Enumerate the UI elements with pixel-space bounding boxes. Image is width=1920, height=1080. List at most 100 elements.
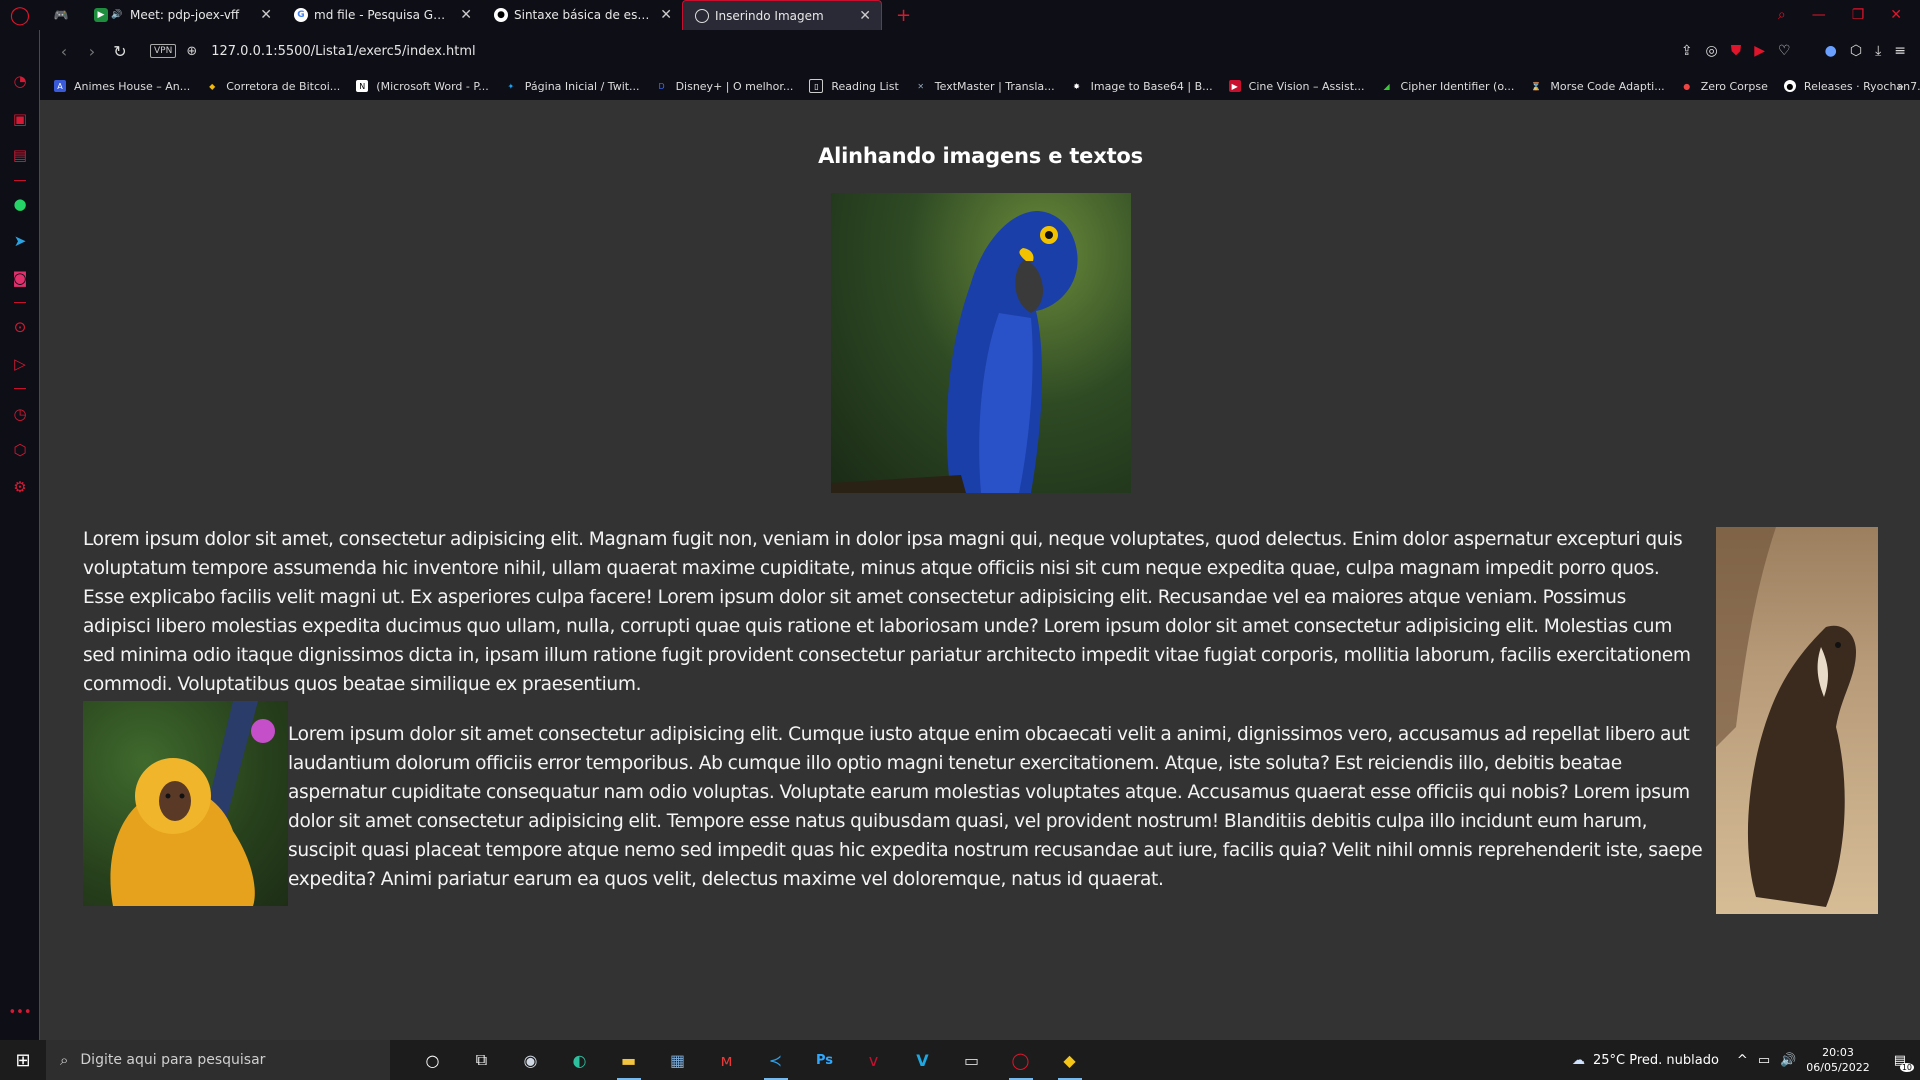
reload-icon[interactable]: ↻	[106, 42, 134, 61]
bookmark-item[interactable]: A Animes House – An...	[54, 80, 190, 93]
search-tabs-icon[interactable]: ⌕	[1778, 7, 1786, 23]
extensions-icon[interactable]: ⬡	[0, 441, 40, 459]
bookmark-item[interactable]: ▶ Cine Vision – Assist...	[1228, 80, 1365, 93]
player-icon[interactable]: ⊙	[0, 318, 40, 336]
site-info-icon[interactable]: ⊕	[186, 44, 197, 59]
forward-icon[interactable]: ›	[78, 42, 106, 61]
photoshop-icon[interactable]: Ps	[800, 1040, 849, 1080]
google-icon: G	[294, 8, 308, 22]
taskbar-search-input[interactable]: ⌕ Digite aqui para pesquisar	[46, 1040, 390, 1080]
minimize-icon[interactable]: —	[1812, 7, 1826, 23]
close-tab-icon[interactable]: ✕	[260, 7, 272, 23]
menu-icon[interactable]: ≡	[1894, 43, 1906, 59]
profile-avatar-icon[interactable]: ●	[1825, 43, 1837, 59]
git-kraken-icon[interactable]: ◆	[1045, 1040, 1094, 1080]
cloud-weather-icon: ☁	[1571, 1052, 1585, 1068]
new-tab-button[interactable]: +	[882, 0, 917, 30]
whatsapp-icon[interactable]: ●	[0, 195, 40, 213]
cube-icon[interactable]: ⬡	[1850, 43, 1862, 59]
windows-start-icon[interactable]: ⊞	[0, 1050, 46, 1071]
reading-list-icon: ▯	[809, 79, 824, 93]
close-tab-icon[interactable]: ✕	[460, 7, 472, 23]
adblock-shield-icon[interactable]: ⛊	[1731, 43, 1742, 59]
restore-icon[interactable]: ❐	[1852, 7, 1865, 23]
edge-icon[interactable]: ◐	[555, 1040, 604, 1080]
close-window-icon[interactable]: ✕	[1890, 7, 1902, 23]
vivaldi-v-icon[interactable]: V	[898, 1040, 947, 1080]
bookmark-item[interactable]: N (Microsoft Word - P...	[356, 80, 489, 93]
speaker-icon[interactable]: 🔊	[110, 8, 124, 22]
bookmark-item[interactable]: ✦ Página Inicial / Twit...	[505, 80, 639, 93]
tab-meet[interactable]: ▶ 🔊 Meet: pdp-joex-vff ✕	[82, 0, 282, 30]
task-view-icon[interactable]: ⧉	[457, 1040, 506, 1080]
bookmark-item[interactable]: ▯ Reading List	[809, 79, 899, 93]
vpn-badge[interactable]: VPN	[150, 44, 177, 58]
close-tab-icon[interactable]: ✕	[660, 7, 672, 23]
photos-app-icon[interactable]: ▦	[653, 1040, 702, 1080]
twitter-icon: ✦	[507, 81, 515, 91]
terminal-icon[interactable]: ▭	[947, 1040, 996, 1080]
download-icon[interactable]: ⤓	[1875, 43, 1881, 59]
network-icon[interactable]: ▭	[1758, 1053, 1770, 1068]
bookmark-label: Corretora de Bitcoi...	[226, 79, 341, 93]
volume-icon[interactable]: 🔊	[1780, 1053, 1796, 1068]
steam-icon[interactable]: ◉	[506, 1040, 555, 1080]
send-icon[interactable]: ▷	[0, 355, 40, 373]
tab-title: Inserindo Imagem	[715, 8, 824, 23]
heart-icon[interactable]: ♡	[1778, 43, 1791, 59]
tray-chevron-up-icon[interactable]: ^	[1737, 1053, 1748, 1068]
opera-taskbar-icon[interactable]: ◯	[996, 1040, 1045, 1080]
settings-gear-icon[interactable]: ⚙	[0, 478, 40, 496]
bookmark-label: Morse Code Adapti...	[1550, 79, 1665, 93]
notification-count: 10	[1899, 1062, 1914, 1072]
windows-taskbar: ⊞ ⌕ Digite aqui para pesquisar ○ ⧉ ◉ ◐ ▬…	[0, 1040, 1920, 1080]
window-controls: ⌕ — ❐ ✕	[1778, 0, 1920, 30]
vegas-icon[interactable]: v	[849, 1040, 898, 1080]
bookmark-item[interactable]: D Disney+ | O melhor...	[656, 80, 793, 93]
paragraph-1: Lorem ipsum dolor sit amet, consectetur …	[83, 529, 1691, 695]
history-icon[interactable]: ◷	[0, 405, 40, 423]
more-icon[interactable]: •••	[0, 1005, 40, 1020]
bookmark-item[interactable]: ◆ Corretora de Bitcoi...	[206, 80, 340, 93]
back-icon[interactable]: ‹	[50, 42, 78, 61]
close-tab-icon[interactable]: ✕	[859, 8, 871, 24]
textmaster-icon: ✕	[917, 81, 925, 91]
speed-dial-icon[interactable]: ◔	[0, 72, 40, 90]
tab-github[interactable]: ● Sintaxe básica de escrita e f ✕	[482, 0, 682, 30]
gaming-tab-icon[interactable]: 🎮	[40, 0, 82, 30]
golden-lion-tamarin-image	[83, 701, 288, 906]
globe-icon	[695, 8, 709, 23]
bookmark-item[interactable]: ◢ Cipher Identifier (o...	[1381, 80, 1514, 93]
bookmark-item[interactable]: ✕ TextMaster | Transla...	[915, 79, 1055, 93]
camera-icon[interactable]: ◎	[1706, 43, 1718, 59]
opera-logo-icon[interactable]: ◯	[0, 0, 40, 30]
tab-google[interactable]: G md file - Pesquisa Google ✕	[282, 0, 482, 30]
more-bookmarks-icon[interactable]: »	[1897, 80, 1904, 93]
bookmark-item[interactable]: ⌛ Morse Code Adapti...	[1530, 80, 1664, 93]
image-base64-icon: ✸	[1073, 81, 1080, 91]
mendeley-icon[interactable]: ᴍ	[702, 1040, 751, 1080]
bookmark-label: TextMaster | Transla...	[934, 79, 1055, 93]
web-page: Alinhando imagens e textos Lorem ipsum d…	[41, 100, 1920, 1040]
file-explorer-icon[interactable]: ▬	[604, 1040, 653, 1080]
notification-center-icon[interactable]: ▤ 10	[1894, 1053, 1914, 1072]
share-icon[interactable]: ⇪	[1681, 43, 1693, 59]
shopping-bag-icon[interactable]: ▣	[0, 110, 40, 128]
bookmark-item[interactable]: ● Zero Corpse	[1681, 80, 1768, 93]
tab-inserindo-imagem[interactable]: Inserindo Imagem ✕	[682, 0, 882, 30]
clock[interactable]: 20:03 06/05/2022	[1806, 1045, 1869, 1075]
page-heading: Alinhando imagens e textos	[818, 144, 1143, 168]
twitch-icon[interactable]: ▤	[0, 146, 40, 164]
instagram-icon[interactable]: ◙	[0, 269, 40, 287]
url-field[interactable]: 127.0.0.1:5500/Lista1/exerc5/index.html	[211, 44, 475, 59]
flow-icon[interactable]: ▶	[1754, 43, 1765, 59]
bookmark-item[interactable]: ✸ Image to Base64 | B...	[1071, 79, 1213, 93]
macaw-illustration	[831, 211, 1078, 493]
cortana-icon[interactable]: ○	[408, 1040, 457, 1080]
telegram-icon[interactable]: ➤	[0, 232, 40, 250]
taskbar-apps: ○ ⧉ ◉ ◐ ▬ ▦ ᴍ ≺ Ps v V ▭ ◯ ◆	[408, 1040, 1094, 1080]
weather-text[interactable]: 25°C Pred. nublado	[1593, 1053, 1719, 1068]
vscode-icon[interactable]: ≺	[751, 1040, 800, 1080]
tab-title: Meet: pdp-joex-vff	[130, 8, 240, 22]
bookmark-label: Image to Base64 | B...	[1090, 79, 1213, 93]
